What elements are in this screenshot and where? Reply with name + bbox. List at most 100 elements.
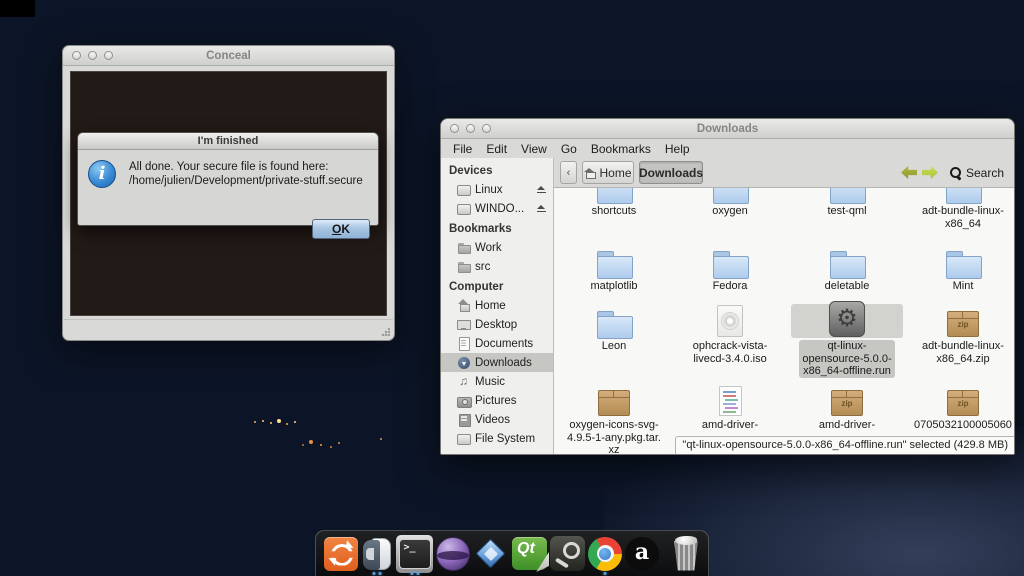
menu-view[interactable]: View bbox=[515, 140, 553, 158]
resize-grip[interactable] bbox=[381, 327, 390, 336]
dialog-body: i All done. Your secure file is found he… bbox=[78, 150, 378, 226]
file-shortcuts[interactable]: shortcuts bbox=[558, 188, 670, 218]
sidebar-item-src[interactable]: src bbox=[441, 257, 553, 276]
sidebar-item-downloads[interactable]: Downloads bbox=[441, 353, 553, 372]
dock-chrome-icon[interactable] bbox=[588, 534, 622, 574]
path-button-downloads[interactable]: Downloads bbox=[639, 161, 703, 184]
sidebar-item-filesystem[interactable]: File System bbox=[441, 429, 553, 448]
zip-badge: zip bbox=[832, 399, 862, 408]
sidebar-item-videos[interactable]: Videos bbox=[441, 410, 553, 429]
ok-button[interactable]: OK bbox=[312, 219, 370, 239]
path-scroll-left-button[interactable]: ‹ bbox=[560, 161, 577, 184]
status-bar: "qt-linux-opensource-5.0.0-x86_64-offlin… bbox=[675, 436, 1014, 454]
dock-virtualbox-icon[interactable] bbox=[473, 534, 509, 574]
ok-button-label: OK bbox=[313, 220, 369, 238]
drive-icon bbox=[457, 202, 470, 215]
file-leon[interactable]: Leon bbox=[558, 304, 670, 353]
dock-files-icon[interactable] bbox=[361, 534, 393, 574]
file-label: oxygen bbox=[674, 205, 786, 218]
file-ophcrack-iso[interactable]: ophcrack-vista- livecd-3.4.0.iso bbox=[674, 304, 786, 365]
sidebar-header-bookmarks: Bookmarks bbox=[441, 218, 553, 238]
eject-icon[interactable] bbox=[537, 205, 546, 212]
sidebar-item-linux[interactable]: Linux bbox=[441, 180, 553, 199]
running-indicator bbox=[604, 572, 607, 575]
folder-icon bbox=[457, 260, 470, 273]
steam-icon bbox=[550, 536, 585, 571]
archive-icon: zip bbox=[947, 311, 979, 337]
film-icon bbox=[457, 413, 470, 426]
folder-icon bbox=[945, 188, 981, 202]
file-label: qt-linux- opensource-5.0.0- x86_64-offli… bbox=[799, 340, 894, 378]
dock-trash-icon[interactable] bbox=[671, 534, 701, 574]
file-fedora[interactable]: Fedora bbox=[674, 244, 786, 293]
sidebar-item-documents[interactable]: Documents bbox=[441, 334, 553, 353]
dock-eclipse-icon[interactable] bbox=[436, 534, 470, 574]
file-manager-window: Downloads File Edit View Go Bookmarks He… bbox=[440, 118, 1015, 455]
archive-icon bbox=[598, 390, 630, 416]
conceal-titlebar[interactable]: Conceal bbox=[63, 46, 394, 66]
file-test-qml[interactable]: test-qml bbox=[791, 188, 903, 218]
menu-go[interactable]: Go bbox=[555, 140, 583, 158]
file-manager-icon bbox=[361, 537, 393, 571]
search-icon bbox=[949, 166, 962, 179]
file-0705-zip[interactable]: zip 0705032100005060 bbox=[907, 383, 1014, 432]
folder-icon bbox=[712, 188, 748, 202]
dock-terminal-icon[interactable]: >_ bbox=[396, 534, 433, 574]
sidebar-item-label: Downloads bbox=[475, 357, 532, 369]
file-label: test-qml bbox=[791, 205, 903, 218]
file-adt-bundle-folder[interactable]: adt-bundle-linux- x86_64 bbox=[907, 188, 1014, 230]
file-amd-driver-zip[interactable]: zip amd-driver- bbox=[791, 383, 903, 432]
file-oxygen-icons-tar[interactable]: oxygen-icons-svg- 4.9.5-1-any.pkg.tar. x… bbox=[558, 383, 670, 454]
dock-steam-icon[interactable] bbox=[550, 534, 585, 574]
search-control[interactable]: Search bbox=[949, 166, 1004, 180]
sidebar-item-work[interactable]: Work bbox=[441, 238, 553, 257]
sidebar-item-label: File System bbox=[475, 433, 535, 445]
file-mint[interactable]: Mint bbox=[907, 244, 1014, 293]
menu-file[interactable]: File bbox=[447, 140, 478, 158]
home-button[interactable]: Home bbox=[582, 161, 634, 184]
qt-icon: Qt bbox=[512, 537, 547, 570]
sidebar-item-label: Videos bbox=[475, 414, 510, 426]
folder-icon bbox=[945, 251, 981, 277]
sidebar-item-label: src bbox=[475, 261, 490, 273]
sidebar-item-label: Work bbox=[475, 242, 502, 254]
sidebar-item-music[interactable]: ♫ Music bbox=[441, 372, 553, 391]
sidebar-item-windows[interactable]: WINDO... bbox=[441, 199, 553, 218]
fm-titlebar[interactable]: Downloads bbox=[441, 119, 1014, 139]
sidebar-header-devices: Devices bbox=[441, 160, 553, 180]
back-arrow-icon[interactable] bbox=[901, 166, 917, 179]
zip-badge: zip bbox=[948, 399, 978, 408]
file-qt-installer-selected[interactable]: ⚙ qt-linux- opensource-5.0.0- x86_64-off… bbox=[791, 304, 903, 379]
file-oxygen[interactable]: oxygen bbox=[674, 188, 786, 218]
trash-icon bbox=[671, 536, 701, 572]
archive-icon: zip bbox=[831, 390, 863, 416]
sidebar-item-label: Desktop bbox=[475, 319, 517, 331]
toolbar: ‹ Home Downloads Search bbox=[554, 158, 1014, 188]
terminal-selected-highlight: >_ bbox=[396, 535, 433, 573]
folder-icon bbox=[596, 251, 632, 277]
file-grid: shortcuts oxygen test-qml adt-bundle-lin… bbox=[554, 188, 1014, 454]
file-label: Mint bbox=[907, 280, 1014, 293]
menu-help[interactable]: Help bbox=[659, 140, 696, 158]
sidebar-item-pictures[interactable]: Pictures bbox=[441, 391, 553, 410]
file-matplotlib[interactable]: matplotlib bbox=[558, 244, 670, 293]
file-adt-bundle-zip[interactable]: zip adt-bundle-linux- x86_64.zip bbox=[907, 304, 1014, 365]
dock-sync-icon[interactable] bbox=[324, 534, 358, 574]
dock-qt-icon[interactable]: Qt bbox=[512, 534, 547, 574]
file-amd-driver-doc[interactable]: amd-driver- bbox=[674, 383, 786, 432]
forward-arrow-icon[interactable] bbox=[922, 166, 938, 179]
drive-icon bbox=[457, 183, 470, 196]
menu-bookmarks[interactable]: Bookmarks bbox=[585, 140, 657, 158]
dock-amarok-icon[interactable]: a bbox=[625, 534, 659, 574]
sidebar-header-computer: Computer bbox=[441, 276, 553, 296]
sidebar-item-label: Pictures bbox=[475, 395, 517, 407]
music-icon: ♫ bbox=[457, 375, 470, 388]
file-deletable[interactable]: deletable bbox=[791, 244, 903, 293]
sidebar-item-desktop[interactable]: Desktop bbox=[441, 315, 553, 334]
eject-icon[interactable] bbox=[537, 186, 546, 193]
sidebar-item-home[interactable]: Home bbox=[441, 296, 553, 315]
file-label: matplotlib bbox=[558, 280, 670, 293]
file-label: ophcrack-vista- livecd-3.4.0.iso bbox=[674, 340, 786, 365]
home-button-label: Home bbox=[599, 166, 631, 180]
menu-edit[interactable]: Edit bbox=[480, 140, 513, 158]
